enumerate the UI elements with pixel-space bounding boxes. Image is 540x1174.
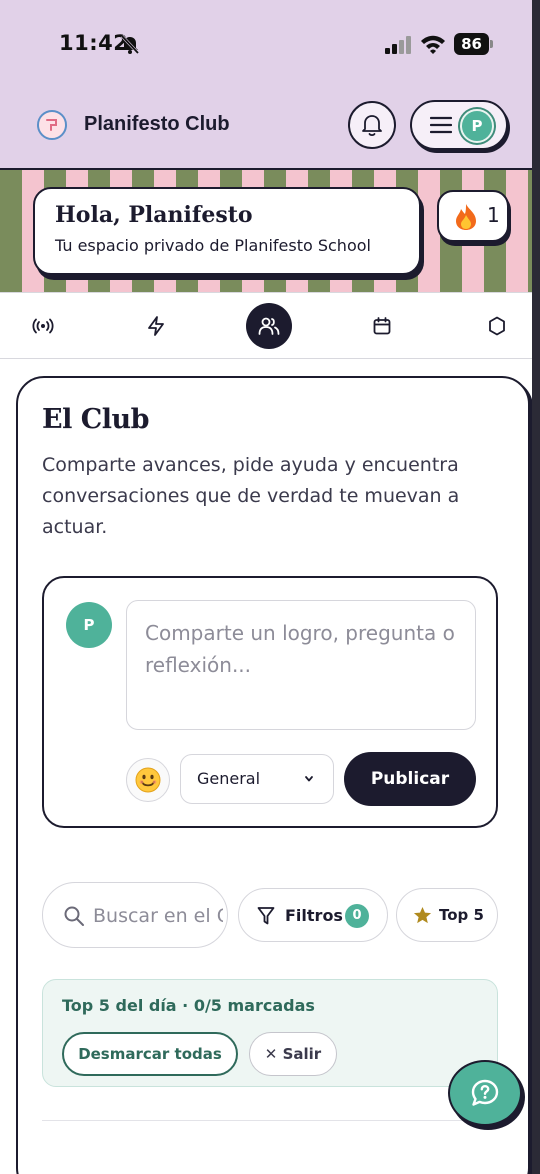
fire-icon [456, 204, 476, 230]
post-textarea[interactable] [126, 600, 476, 730]
composer-avatar: P [66, 602, 112, 648]
status-time: 11:42 [59, 31, 129, 55]
logo-icon [46, 119, 57, 131]
app-title: Planifesto Club [84, 113, 230, 135]
top5-label: Top 5 [439, 906, 484, 924]
exit-top5-button[interactable]: ✕ Salir [249, 1032, 337, 1076]
help-chat-icon [471, 1079, 499, 1106]
screen-edge [532, 0, 540, 1174]
hexagon-icon [489, 316, 505, 336]
top5-button[interactable]: Top 5 [396, 888, 498, 942]
page-description: Comparte avances, pide ayuda y encuentra… [42, 454, 460, 538]
top-bar: 11:42 86 Planifesto Club P [0, 0, 540, 168]
streak-count: 1 [487, 203, 500, 227]
tab-activity[interactable] [133, 303, 179, 349]
filters-label: Filtros [285, 906, 343, 925]
users-icon [258, 317, 280, 335]
greeting-subtitle: Tu espacio privado de Planifesto School [55, 236, 371, 255]
menu-button[interactable]: P [410, 100, 508, 150]
search-box[interactable] [42, 882, 228, 948]
search-icon [64, 906, 84, 926]
tab-resources[interactable] [474, 303, 520, 349]
top5-panel-title: Top 5 del día · 0/5 marcadas [62, 996, 315, 1015]
post-composer: P General Publicar [42, 576, 498, 828]
help-button[interactable] [448, 1060, 522, 1126]
feed-divider [42, 1120, 498, 1121]
search-input[interactable] [93, 901, 223, 931]
publish-button[interactable]: Publicar [344, 752, 476, 806]
broadcast-icon [32, 318, 54, 334]
greeting-card: Hola, Planifesto Tu espacio privado de P… [33, 187, 421, 275]
calendar-icon [373, 317, 391, 335]
filter-icon [257, 907, 275, 925]
tab-live[interactable] [20, 303, 66, 349]
avatar: P [460, 109, 494, 143]
page-title: El Club [42, 404, 150, 435]
lightning-icon [148, 316, 164, 336]
bell-icon [362, 115, 382, 137]
emoji-button[interactable] [126, 758, 170, 802]
tab-club[interactable] [246, 303, 292, 349]
filters-count-badge: 0 [345, 904, 369, 928]
battery-icon: 86 [454, 33, 494, 55]
bell-off-icon [120, 34, 140, 55]
battery-level: 86 [454, 33, 489, 55]
wifi-icon [421, 35, 445, 54]
filters-button[interactable]: Filtros 0 [238, 888, 388, 942]
greeting-title: Hola, Planifesto [55, 202, 253, 228]
streak-badge[interactable]: 1 [437, 190, 509, 242]
star-icon [413, 906, 432, 924]
signal-icon [385, 36, 411, 54]
tab-calendar[interactable] [359, 303, 405, 349]
category-value: General [197, 769, 261, 788]
notifications-button[interactable] [348, 101, 396, 149]
app-logo[interactable] [37, 110, 67, 140]
unmark-all-button[interactable]: Desmarcar todas [62, 1032, 238, 1076]
smiley-icon [135, 767, 161, 793]
tab-bar [0, 292, 540, 359]
menu-icon [430, 116, 452, 134]
chevron-down-icon [305, 776, 313, 782]
category-select[interactable]: General [180, 754, 334, 804]
top5-panel: Top 5 del día · 0/5 marcadas Desmarcar t… [42, 979, 498, 1087]
